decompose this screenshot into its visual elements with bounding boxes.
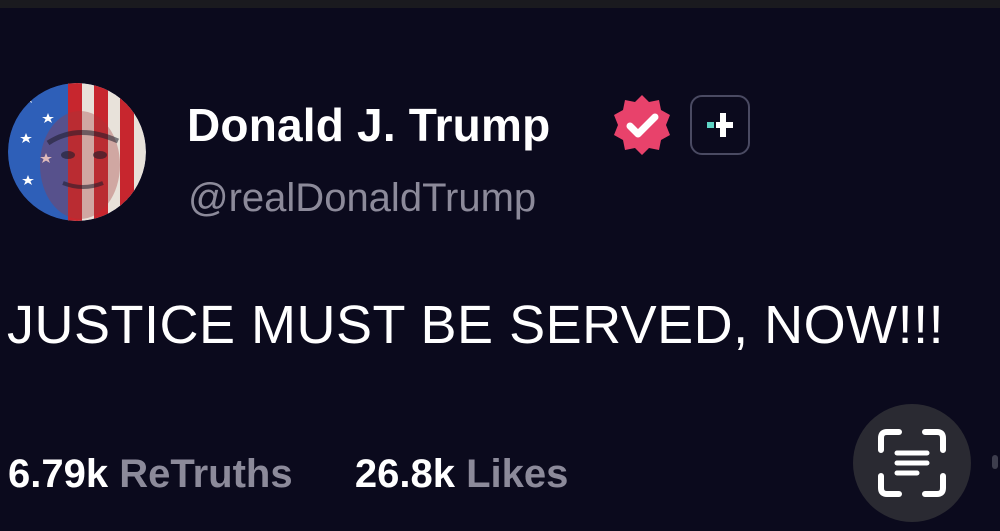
- retruths-stat[interactable]: 6.79k ReTruths: [8, 452, 304, 496]
- likes-count: 26.8k: [354, 452, 455, 496]
- text-scan-icon: [878, 429, 946, 497]
- author-handle[interactable]: @realDonaldTrump: [188, 172, 536, 224]
- avatar[interactable]: [8, 83, 146, 221]
- author-display-name[interactable]: Donald J. Trump: [187, 95, 550, 155]
- avatar-image: [8, 83, 146, 221]
- top-bar: [0, 0, 1000, 8]
- verified-badge-icon: [610, 93, 674, 157]
- likes-label: Likes: [466, 452, 569, 496]
- likes-stat[interactable]: 26.8k Likes: [355, 452, 569, 496]
- post-text: JUSTICE MUST BE SERVED, NOW!!!: [7, 295, 945, 355]
- overflow-indicator: [992, 455, 998, 469]
- post-stats: 6.79k ReTruths 26.8k Likes: [8, 447, 568, 501]
- retruths-count: 6.79k: [8, 452, 109, 496]
- text-scan-button[interactable]: [853, 404, 971, 522]
- follow-plus-button[interactable]: [690, 95, 750, 155]
- retruths-label: ReTruths: [119, 452, 293, 496]
- plus-icon: [707, 113, 733, 137]
